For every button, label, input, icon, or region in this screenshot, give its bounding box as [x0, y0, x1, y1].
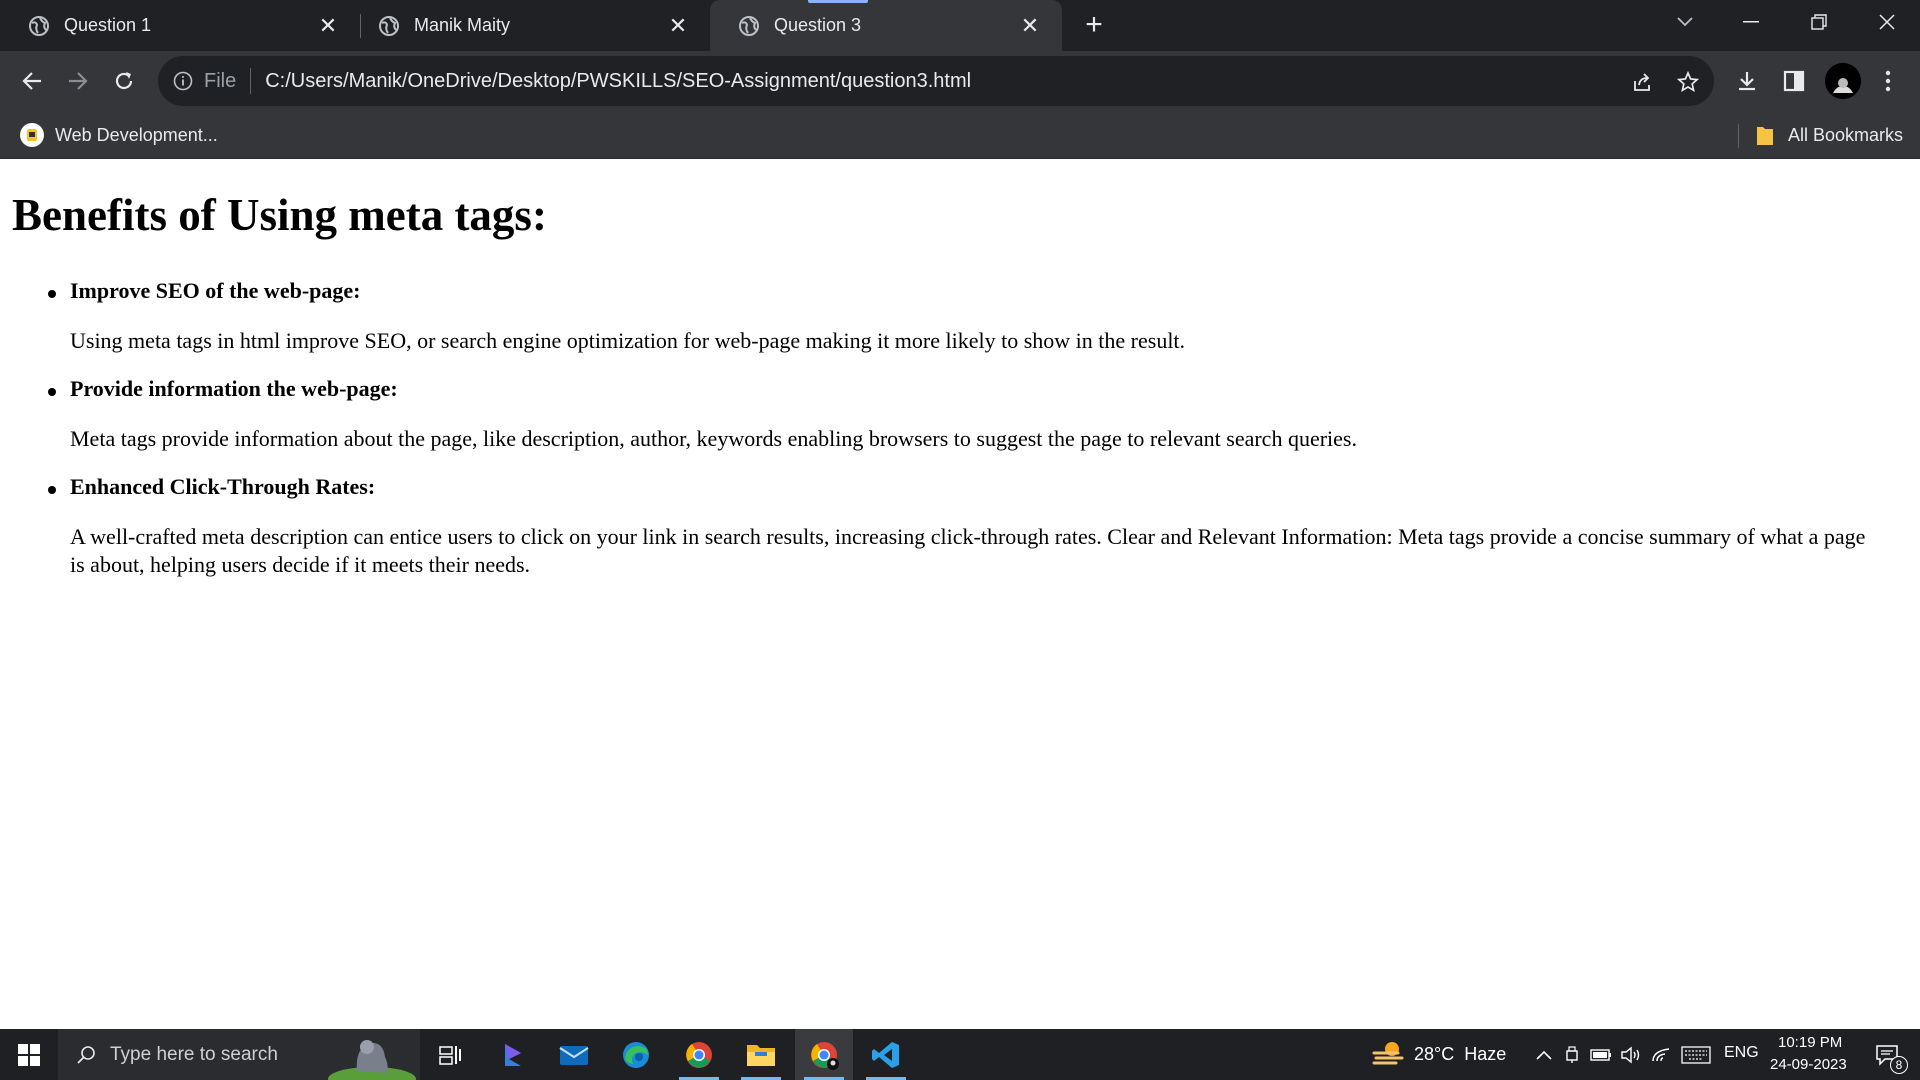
page-content: Benefits of Using meta tags: Improve SEO… [0, 159, 1920, 1029]
list-item: Enhanced Click-Through Rates: A well-cra… [48, 473, 1870, 579]
globe-icon [738, 15, 760, 37]
item-text: Meta tags provide information about the … [70, 426, 1357, 451]
new-tab-button[interactable]: + [1078, 10, 1110, 42]
star-icon[interactable] [1674, 68, 1702, 96]
item-title: Improve SEO of the web-page: [70, 278, 361, 303]
bookmark-label: Web Development... [55, 124, 218, 145]
benefits-list: Improve SEO of the web-page: Using meta … [48, 277, 1870, 599]
page-title: Benefits of Using meta tags: [12, 190, 547, 240]
language-indicator[interactable]: ENG [1724, 1044, 1759, 1062]
tab-title: Question 1 [64, 15, 152, 35]
chevron-up-icon[interactable] [1532, 1029, 1556, 1080]
tab-search-icon[interactable] [1652, 0, 1718, 44]
bookmark-favicon-icon [20, 123, 44, 147]
item-title: Enhanced Click-Through Rates: [70, 474, 376, 499]
item-title: Provide information the web-page: [70, 376, 398, 401]
divider [250, 68, 252, 94]
list-item: Improve SEO of the web-page: Using meta … [48, 277, 1870, 355]
clock-date[interactable]: 24-09-2023 [1770, 1056, 1847, 1073]
clock-time[interactable]: 10:19 PM [1778, 1034, 1842, 1051]
forward-button[interactable] [60, 63, 96, 99]
info-icon[interactable] [172, 70, 194, 92]
close-icon[interactable]: ✕ [314, 12, 342, 40]
item-text: Using meta tags in html improve SEO, or … [70, 328, 1186, 353]
tab-question-3[interactable]: Question 3 ✕ [710, 0, 1062, 51]
notification-count-badge: 8 [1890, 1056, 1908, 1074]
scheme-label: File [204, 69, 237, 92]
item-text: A well-crafted meta description can enti… [70, 524, 1866, 577]
divider [1738, 124, 1739, 148]
close-window-button[interactable] [1854, 0, 1920, 44]
restore-button[interactable] [1786, 0, 1852, 44]
usb-icon[interactable] [1560, 1029, 1584, 1080]
wifi-icon[interactable] [1648, 1029, 1674, 1080]
tab-manik-maity[interactable]: Manik Maity ✕ [350, 0, 710, 51]
chrome-profile-icon[interactable] [795, 1029, 853, 1080]
tab-title: Manik Maity [414, 15, 511, 35]
bullet-icon [48, 388, 56, 396]
chrome-icon[interactable] [670, 1029, 728, 1080]
reload-button[interactable] [106, 63, 142, 99]
list-item: Provide information the web-page: Meta t… [48, 375, 1870, 453]
all-bookmarks-label: All Bookmarks [1788, 124, 1904, 145]
windows-start-icon[interactable] [0, 1029, 58, 1080]
mail-icon[interactable] [545, 1029, 603, 1080]
battery-icon[interactable] [1588, 1029, 1614, 1080]
weather-text: 28°C Haze [1414, 1043, 1507, 1064]
bullet-icon [48, 486, 56, 494]
url-text[interactable]: C:/Users/Manik/OneDrive/Desktop/PWSKILLS… [265, 70, 971, 93]
close-icon[interactable]: ✕ [1016, 12, 1044, 40]
taskbar-search-input[interactable]: Type here to search [58, 1029, 420, 1080]
search-icon [76, 1045, 96, 1065]
task-view-icon[interactable] [421, 1029, 479, 1080]
download-icon[interactable] [1731, 65, 1763, 97]
close-icon[interactable]: ✕ [664, 12, 692, 40]
notifications-icon[interactable]: 8 [1860, 1029, 1916, 1080]
bookmarks-bar: Web Development... All Bookmarks [0, 111, 1920, 159]
file-explorer-icon[interactable] [732, 1029, 790, 1080]
address-bar[interactable]: File C:/Users/Manik/OneDrive/Desktop/PWS… [158, 56, 1714, 106]
folder-icon [1756, 124, 1774, 146]
search-placeholder: Type here to search [110, 1043, 278, 1065]
tab-question-1[interactable]: Question 1 ✕ [0, 0, 360, 51]
vscode-icon[interactable] [857, 1029, 915, 1080]
taskbar: Type here to search 28°C Haze ENG 10:19 … [0, 1029, 1920, 1080]
copilot-icon[interactable] [484, 1029, 542, 1080]
weather-widget[interactable]: 28°C Haze [1372, 1039, 1506, 1069]
minimize-button[interactable] [1718, 0, 1784, 44]
edge-icon[interactable] [607, 1029, 665, 1080]
share-icon[interactable] [1628, 68, 1656, 96]
more-menu-icon[interactable] [1872, 65, 1904, 97]
back-button[interactable] [14, 63, 50, 99]
globe-icon [28, 15, 50, 37]
volume-icon[interactable] [1618, 1029, 1644, 1080]
all-bookmarks-button[interactable]: All Bookmarks [1756, 111, 1903, 159]
keyboard-icon[interactable] [1680, 1029, 1712, 1080]
tab-strip: Question 1 ✕ Manik Maity ✕ Question 3 ✕ … [0, 0, 1920, 51]
side-panel-icon[interactable] [1778, 65, 1810, 97]
tab-title: Question 3 [774, 15, 862, 35]
globe-icon [378, 15, 400, 37]
bookmark-web-development[interactable]: Web Development... [20, 111, 218, 159]
active-tab-indicator [808, 0, 868, 3]
search-highlight-icon [324, 1029, 420, 1080]
avatar[interactable] [1825, 63, 1861, 99]
browser-toolbar: File C:/Users/Manik/OneDrive/Desktop/PWS… [0, 51, 1920, 111]
bullet-icon [48, 290, 56, 298]
haze-icon [1372, 1042, 1404, 1065]
